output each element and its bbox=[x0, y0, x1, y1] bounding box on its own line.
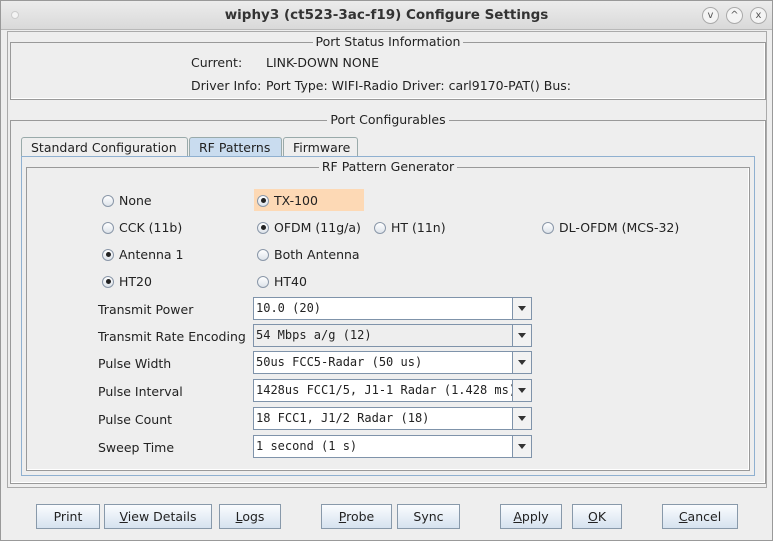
radio-label: DL-OFDM (MCS-32) bbox=[559, 220, 680, 235]
close-button[interactable]: x bbox=[750, 7, 767, 24]
radio-checked-icon bbox=[257, 194, 269, 207]
radio-label: HT (11n) bbox=[391, 220, 446, 235]
dropdown-arrow-icon[interactable] bbox=[512, 325, 531, 346]
radio-checked-icon bbox=[102, 248, 114, 261]
select-value: 1428us FCC1/5, J1-1 Radar (1.428 ms) bbox=[256, 383, 517, 397]
tab-standard-configuration[interactable]: Standard Configuration bbox=[21, 137, 188, 157]
radio-both-antenna[interactable]: Both Antenna bbox=[257, 247, 360, 262]
radio-ht40[interactable]: HT40 bbox=[257, 274, 307, 289]
ok-button[interactable]: OK bbox=[572, 504, 622, 529]
select-value: 1 second (1 s) bbox=[256, 439, 358, 453]
title-bar[interactable]: wiphy3 (ct523-3ac-f19) Configure Setting… bbox=[1, 1, 772, 30]
radio-antenna-1[interactable]: Antenna 1 bbox=[102, 247, 184, 262]
current-label: Current: bbox=[191, 55, 243, 70]
print-button[interactable]: Print bbox=[36, 504, 100, 529]
driver-info-label: Driver Info: bbox=[191, 78, 262, 93]
dropdown-arrow-icon[interactable] bbox=[512, 352, 531, 373]
current-value: LINK-DOWN NONE bbox=[266, 55, 379, 70]
radio-circle-icon bbox=[374, 221, 386, 234]
radio-checked-icon bbox=[102, 275, 114, 288]
radio-ofdm[interactable]: OFDM (11g/a) bbox=[257, 220, 361, 235]
transmit-rate-encoding-select[interactable]: 54 Mbps a/g (12) bbox=[253, 324, 532, 347]
dropdown-arrow-icon[interactable] bbox=[512, 380, 531, 401]
radio-cck[interactable]: CCK (11b) bbox=[102, 220, 182, 235]
radio-label: None bbox=[119, 193, 152, 208]
apply-button[interactable]: Apply bbox=[500, 504, 562, 529]
pulse-count-label: Pulse Count bbox=[98, 412, 173, 427]
port-configurables-title: Port Configurables bbox=[327, 112, 449, 127]
sweep-time-select[interactable]: 1 second (1 s) bbox=[253, 435, 532, 458]
probe-button[interactable]: Probe bbox=[321, 504, 392, 529]
pulse-width-select[interactable]: 50us FCC5-Radar (50 us) bbox=[253, 351, 532, 374]
radio-ht[interactable]: HT (11n) bbox=[374, 220, 446, 235]
radio-circle-icon bbox=[102, 194, 114, 207]
rf-pattern-generator-title: RF Pattern Generator bbox=[318, 159, 458, 174]
cancel-button[interactable]: Cancel bbox=[662, 504, 738, 529]
maximize-button[interactable]: ^ bbox=[726, 7, 743, 24]
radio-dl-ofdm[interactable]: DL-OFDM (MCS-32) bbox=[542, 220, 679, 235]
tab-rf-patterns[interactable]: RF Patterns bbox=[189, 137, 282, 157]
logs-button[interactable]: Logs bbox=[219, 504, 281, 529]
radio-label: CCK (11b) bbox=[119, 220, 183, 235]
pulse-count-select[interactable]: 18 FCC1, J1/2 Radar (18) bbox=[253, 407, 532, 430]
dropdown-arrow-icon[interactable] bbox=[512, 408, 531, 429]
radio-label: TX-100 bbox=[274, 193, 318, 208]
radio-circle-icon bbox=[257, 275, 269, 288]
driver-info-value: Port Type: WIFI-Radio Driver: carl9170-P… bbox=[266, 78, 571, 93]
transmit-power-select[interactable]: 10.0 (20) bbox=[253, 297, 532, 320]
pulse-interval-label: Pulse Interval bbox=[98, 384, 183, 399]
select-value: 50us FCC5-Radar (50 us) bbox=[256, 355, 423, 369]
tab-firmware[interactable]: Firmware bbox=[283, 137, 358, 157]
radio-checked-icon bbox=[257, 221, 269, 234]
radio-label: Both Antenna bbox=[274, 247, 360, 262]
radio-label: OFDM (11g/a) bbox=[274, 220, 361, 235]
radio-circle-icon bbox=[257, 248, 269, 261]
view-details-button[interactable]: View Details bbox=[104, 504, 212, 529]
port-status-title: Port Status Information bbox=[312, 34, 464, 49]
pulse-interval-select[interactable]: 1428us FCC1/5, J1-1 Radar (1.428 ms) bbox=[253, 379, 532, 402]
transmit-power-label: Transmit Power bbox=[98, 302, 194, 317]
radio-none[interactable]: None bbox=[102, 193, 152, 208]
dropdown-arrow-icon[interactable] bbox=[512, 298, 531, 319]
transmit-rate-encoding-label: Transmit Rate Encoding bbox=[98, 329, 246, 344]
pulse-width-label: Pulse Width bbox=[98, 356, 172, 371]
select-value: 54 Mbps a/g (12) bbox=[256, 328, 372, 342]
radio-circle-icon bbox=[542, 221, 554, 234]
radio-label: Antenna 1 bbox=[119, 247, 184, 262]
select-value: 10.0 (20) bbox=[256, 301, 322, 315]
dropdown-arrow-icon[interactable] bbox=[512, 436, 531, 457]
radio-label: HT20 bbox=[119, 274, 152, 289]
radio-ht20[interactable]: HT20 bbox=[102, 274, 152, 289]
window-title: wiphy3 (ct523-3ac-f19) Configure Setting… bbox=[224, 7, 549, 23]
select-value: 18 FCC1, J1/2 Radar (18) bbox=[256, 411, 430, 425]
minimize-button[interactable]: v bbox=[702, 7, 719, 24]
sweep-time-label: Sweep Time bbox=[98, 440, 175, 455]
radio-tx-100[interactable]: TX-100 bbox=[257, 193, 318, 208]
dialog-window: wiphy3 (ct523-3ac-f19) Configure Setting… bbox=[0, 0, 773, 541]
radio-circle-icon bbox=[102, 221, 114, 234]
radio-label: HT40 bbox=[274, 274, 307, 289]
sync-button[interactable]: Sync bbox=[397, 504, 460, 529]
